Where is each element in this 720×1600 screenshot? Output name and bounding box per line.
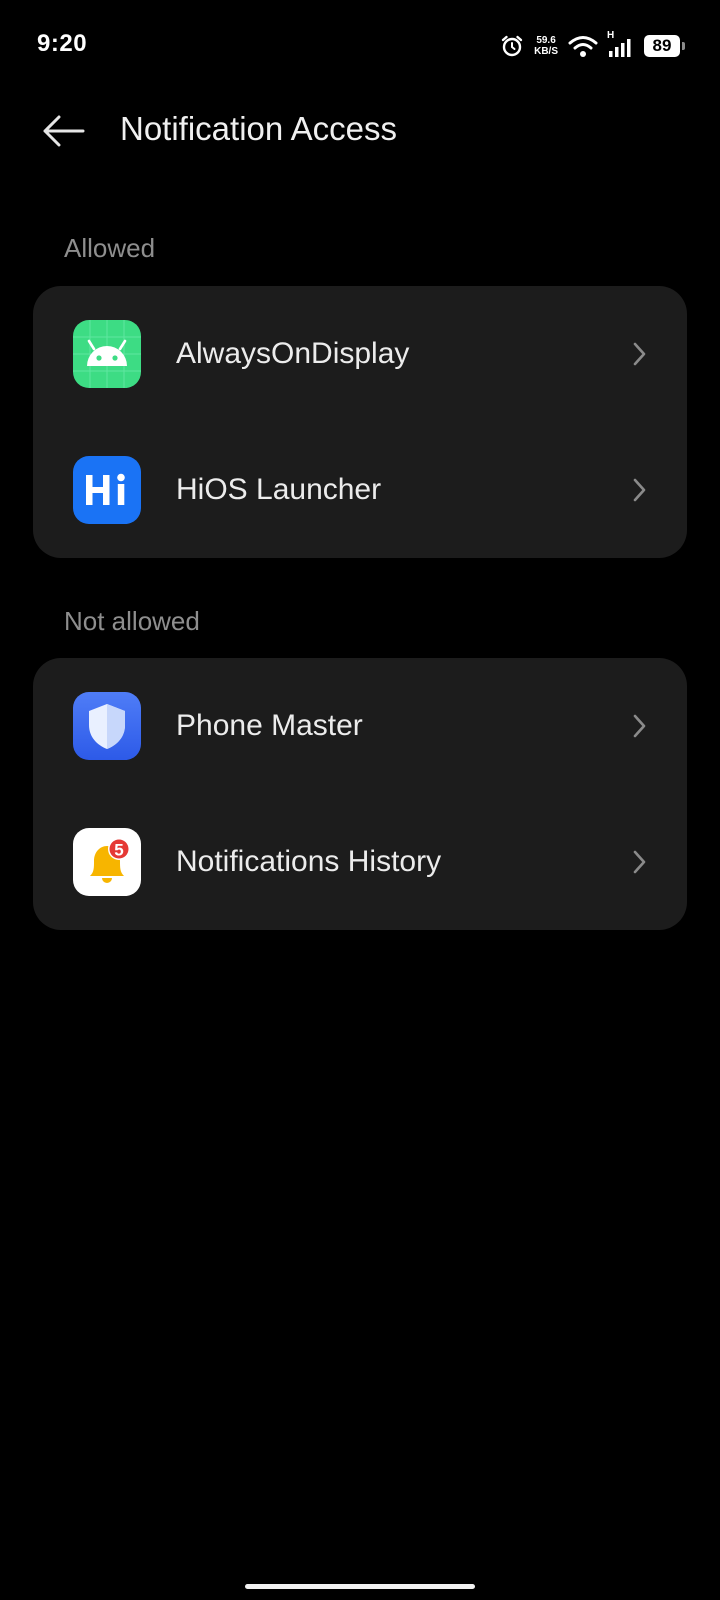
chevron-right-icon — [629, 340, 649, 368]
section-label-allowed: Allowed — [64, 233, 156, 263]
list-item-alwaysondisplay[interactable]: AlwaysOnDisplay — [33, 286, 687, 422]
allowed-apps-card: AlwaysOnDisplay HiOS Launcher — [33, 286, 687, 558]
not-allowed-apps-card: Phone Master 5 Notifications History — [33, 658, 687, 930]
battery-tip — [682, 42, 685, 50]
network-speed: 59.6 KB/S — [534, 35, 558, 57]
hios-launcher-icon — [73, 456, 141, 524]
network-speed-unit: KB/S — [534, 46, 558, 57]
list-item-phone-master[interactable]: Phone Master — [33, 658, 687, 794]
list-item-notifications-history[interactable]: 5 Notifications History — [33, 794, 687, 930]
battery-level: 89 — [652, 36, 672, 55]
list-item-label: HiOS Launcher — [176, 473, 382, 506]
page-title: Notification Access — [120, 110, 397, 147]
list-item-label: Phone Master — [176, 709, 363, 742]
status-bar: 9:20 59.6 KB/S H 89 — [0, 0, 720, 92]
section-label-not-allowed: Not allowed — [64, 606, 200, 636]
notification-badge-count: 5 — [114, 841, 123, 860]
home-indicator[interactable] — [245, 1584, 475, 1589]
notification-bell-icon: 5 — [73, 828, 141, 896]
wifi-icon — [568, 34, 598, 58]
status-icons: 59.6 KB/S H 89 — [500, 30, 685, 62]
list-item-label: AlwaysOnDisplay — [176, 337, 410, 370]
list-item-hios-launcher[interactable]: HiOS Launcher — [33, 422, 687, 558]
battery-icon: 89 — [644, 35, 685, 57]
alarm-icon — [500, 34, 524, 58]
chevron-right-icon — [629, 476, 649, 504]
cellular-signal: H — [606, 30, 632, 59]
network-type: H — [607, 30, 615, 41]
arrow-left-icon — [41, 113, 85, 154]
list-item-label: Notifications History — [176, 845, 442, 878]
app-bar: Notification Access — [0, 92, 720, 172]
android-icon — [73, 320, 141, 388]
phone-master-shield-icon — [73, 692, 141, 760]
status-time: 9:20 — [37, 30, 88, 57]
back-button[interactable] — [38, 108, 88, 158]
network-speed-value: 59.6 — [536, 35, 556, 46]
chevron-right-icon — [629, 848, 649, 876]
chevron-right-icon — [629, 712, 649, 740]
